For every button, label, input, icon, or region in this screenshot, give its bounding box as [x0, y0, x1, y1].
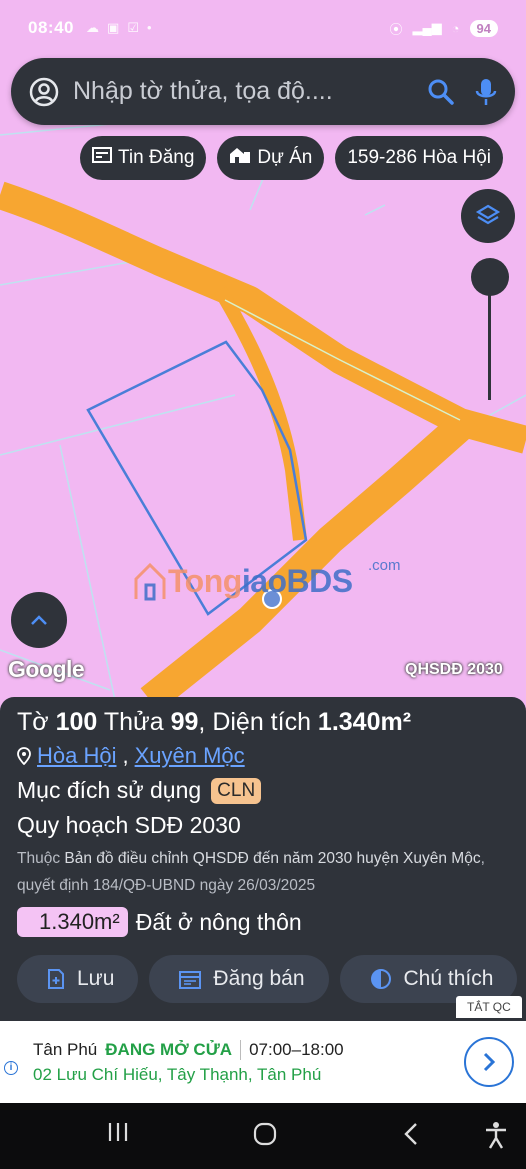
watermark-logo: Tong iaoBDS .com	[132, 557, 401, 601]
location-icon: ⦿	[389, 21, 403, 37]
plot-number: 99	[170, 708, 199, 736]
plan-label: Quy hoạch SDĐ 2030	[17, 812, 241, 838]
search-icon[interactable]	[427, 78, 455, 106]
note-map-name: Bản đồ điều chỉnh QHSDĐ đến năm 2030 huy…	[64, 850, 481, 867]
pin-icon	[17, 747, 31, 765]
zone-type: Đất ở nông thôn	[135, 908, 302, 935]
sheet-number: 100	[55, 708, 98, 736]
search-input[interactable]	[73, 77, 427, 106]
ad-go-button[interactable]	[464, 1037, 514, 1087]
search-bar[interactable]	[11, 58, 515, 125]
chip-du-an[interactable]: Dự Án	[217, 136, 325, 180]
layers-button[interactable]	[461, 189, 515, 243]
save-button[interactable]: Lưu	[17, 955, 139, 1003]
chevron-up-icon	[31, 615, 47, 625]
dot-icon: •	[146, 20, 152, 35]
chip-label: Dự Án	[257, 147, 313, 168]
post-for-sale-label: Đăng bán	[213, 967, 305, 990]
area-value: 1.340m²	[317, 708, 412, 736]
expand-panel-button[interactable]	[11, 592, 67, 648]
watermark-text-b: iaoBDS	[241, 562, 353, 599]
ad-open-status: ĐANG MỞ CỬA	[105, 1040, 233, 1059]
google-attribution: Google	[8, 656, 85, 682]
zone-row: 1.340m² Đất ở nông thôn	[17, 907, 509, 937]
legend-label: Chú thích	[403, 967, 494, 990]
building-icon	[229, 146, 251, 170]
location-link-district[interactable]: Xuyên Mộc	[135, 743, 245, 769]
area-label: , Diện tích	[198, 708, 318, 736]
filter-chips: Tin Đăng Dự Án 159-286 Hòa Hội	[80, 136, 504, 180]
save-doc-icon	[48, 969, 64, 989]
purpose-code-badge: CLN	[211, 777, 262, 804]
message-icon: ▣	[106, 20, 120, 35]
title-mid: Thửa	[97, 708, 171, 736]
watermark-suffix: .com	[368, 557, 401, 574]
close-ad-button[interactable]: TẮT QC	[456, 996, 522, 1018]
parcel-title: Tờ 100 Thửa 99, Diện tích 1.340m²	[17, 705, 509, 739]
map-layer-badge: QHSDĐ 2030	[405, 661, 503, 678]
calendar-icon	[179, 971, 202, 989]
action-bar: Lưu Đăng bán Chú thích	[17, 955, 518, 1003]
notification-icons: ☁ ▣ ☑ •	[86, 20, 152, 36]
ad-headline: Tân Phú ĐANG MỞ CỬA 07:00–18:00	[33, 1040, 344, 1060]
system-nav-bar	[0, 1103, 526, 1169]
purpose-row: Mục đích sử dụng CLN	[17, 777, 509, 804]
note-prefix: Thuộc	[17, 850, 65, 867]
plan-note: Thuộc Bản đồ điều chỉnh QHSDĐ đến năm 20…	[17, 845, 509, 899]
post-for-sale-button[interactable]: Đăng bán	[149, 955, 329, 1003]
chip-location[interactable]: 159-286 Hòa Hội	[335, 136, 504, 180]
wifi-icon: ◔	[451, 20, 460, 36]
cloud-icon: ☁	[85, 20, 99, 35]
location-link-commune[interactable]: Hòa Hội	[37, 743, 116, 769]
location-separator: ,	[122, 743, 129, 768]
check-icon: ☑	[127, 20, 139, 35]
ad-hours: 07:00–18:00	[249, 1040, 344, 1059]
account-icon[interactable]	[29, 77, 59, 107]
chip-label: 159-286 Hòa Hội	[347, 147, 492, 168]
chip-tin-dang[interactable]: Tin Đăng	[80, 136, 207, 180]
save-label: Lưu	[77, 967, 115, 990]
microphone-icon[interactable]	[475, 77, 497, 107]
layers-icon	[475, 204, 501, 225]
home-icon[interactable]	[252, 1121, 278, 1147]
parcel-info-panel: Tờ 100 Thửa 99, Diện tích 1.340m² Hòa Hộ…	[0, 697, 526, 1024]
recent-apps-icon[interactable]	[106, 1121, 130, 1143]
ad-store-name: Tân Phú	[33, 1040, 98, 1059]
status-time: 08:40	[28, 18, 74, 37]
contrast-icon	[370, 969, 391, 989]
accessibility-icon[interactable]	[484, 1121, 508, 1149]
chip-label: Tin Đăng	[118, 147, 195, 168]
chevron-right-icon	[483, 1052, 496, 1072]
news-icon	[92, 146, 112, 170]
parcel-location: Hòa Hội, Xuyên Mộc	[17, 743, 509, 769]
ad-info-icon[interactable]: i	[4, 1061, 18, 1075]
opacity-slider-track[interactable]	[488, 280, 491, 400]
title-prefix: Tờ	[17, 708, 56, 736]
battery-indicator: 94	[469, 19, 498, 37]
opacity-slider-handle[interactable]	[471, 258, 509, 296]
ad-address: 02 Lưu Chí Hiếu, Tây Thạnh, Tân Phú	[33, 1065, 322, 1084]
zone-area-pill: 1.340m²	[17, 907, 128, 937]
ad-banner[interactable]: i Tân Phú ĐANG MỞ CỬA 07:00–18:00 02 Lưu…	[0, 1021, 526, 1103]
status-bar: 08:40 ☁ ▣ ☑ • ⦿ ▂▄▆ ◔ 94	[0, 0, 526, 56]
signal-icon: ▂▄▆	[412, 20, 442, 35]
purpose-label: Mục đích sử dụng	[17, 777, 202, 803]
ad-divider	[240, 1040, 242, 1060]
plan-row: Quy hoạch SDĐ 2030	[17, 812, 509, 839]
watermark-text-a: Tong	[168, 562, 242, 599]
house-logo-icon	[134, 562, 166, 601]
back-icon[interactable]	[402, 1121, 420, 1147]
